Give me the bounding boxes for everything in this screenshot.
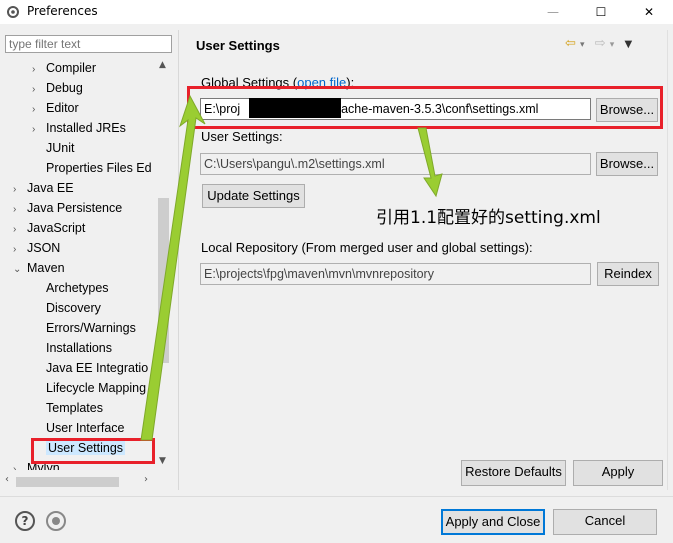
import-export-icon[interactable] — [46, 511, 66, 531]
cancel-button[interactable]: Cancel — [553, 509, 657, 535]
arrow-to-global-settings — [140, 94, 206, 441]
annotation-arrows — [140, 94, 443, 441]
help-icon[interactable]: ? — [15, 511, 35, 531]
arrow-to-annotation — [417, 127, 443, 198]
footer-separator — [0, 496, 673, 497]
apply-and-close-button[interactable]: Apply and Close — [441, 509, 545, 535]
